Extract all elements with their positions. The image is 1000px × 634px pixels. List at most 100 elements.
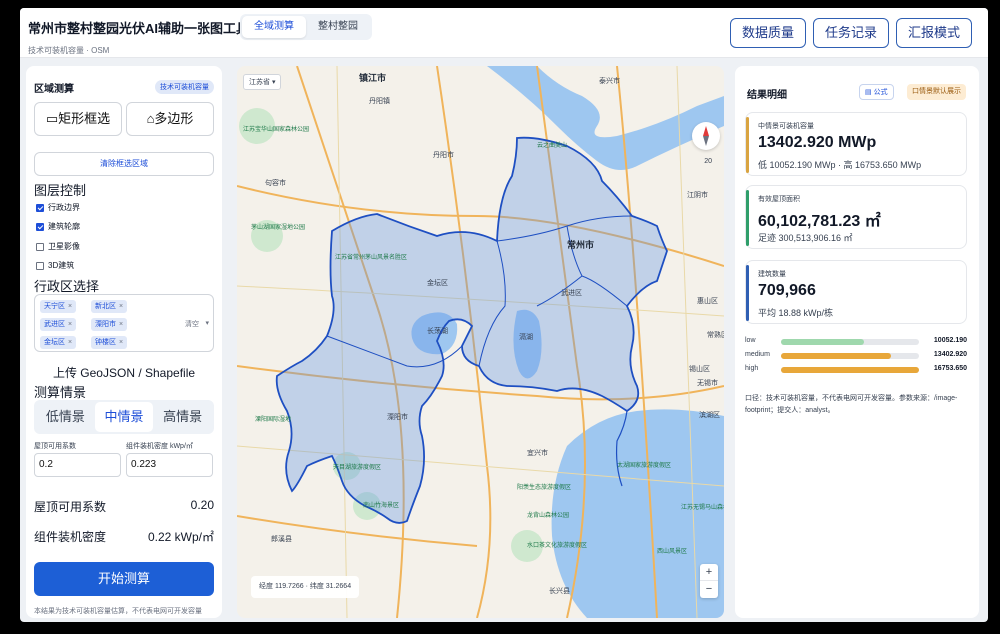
scenario-low[interactable]: 低情景 (36, 402, 95, 432)
level-track (781, 353, 919, 359)
level-name: medium (745, 351, 770, 358)
district-tag[interactable]: 溧阳市 × (91, 318, 128, 331)
scenario-title: 测算情景 (34, 385, 87, 400)
map-label-taixing: 泰兴市 (599, 78, 620, 85)
remove-tag-icon: × (119, 321, 124, 328)
level-value: 10052.190 (933, 337, 967, 344)
district-multiselect[interactable]: 天宁区 × 新北区 × 武进区 × 溧阳市 × 金坛区 × 钟楼区 × 清空 ▾ (34, 294, 214, 352)
checkbox-icon (36, 222, 44, 231)
cursor-coordinates: 经度 119.7266 · 纬度 31.2664 (251, 576, 360, 598)
card-sub: 低 10052.190 MWp · 高 16753.650 MWp (758, 160, 922, 170)
capacity-badge: 技术可装机容量 (155, 80, 214, 94)
district-tag[interactable]: 钟楼区 × (91, 336, 128, 349)
map-poi: 云之曲美山 (537, 143, 568, 149)
district-tag[interactable]: 金坛区 × (40, 336, 77, 349)
scenario-high[interactable]: 高情景 (153, 402, 212, 432)
building-count-card: 建筑数量 709,966 平均 18.88 kWp/栋 (745, 260, 967, 324)
zoom-out-button[interactable]: − (700, 581, 718, 598)
map-label-jiangyin: 江阴市 (687, 192, 708, 199)
level-value: 13402.920 (933, 351, 967, 358)
map-poi: 水口茶文化旅游度假区 (527, 543, 588, 549)
remove-tag-icon: × (119, 303, 124, 310)
level-bar (781, 367, 919, 373)
zoom-in-button[interactable]: + (700, 564, 718, 581)
map-poi: 溧阳国际湿地 (255, 417, 292, 423)
region-calc-title: 区域测算 (34, 84, 74, 95)
map-label-danyang-town: 丹阳镇 (369, 98, 390, 105)
start-calc-button[interactable]: 开始测算 (34, 562, 214, 596)
chevron-down-icon[interactable]: ▾ (205, 319, 209, 327)
layer-label: 3D建筑 (48, 261, 75, 270)
level-row-high: high 16753.650 (745, 365, 967, 375)
scenario-tabs: 低情景 中情景 高情景 (34, 400, 214, 434)
card-accent (746, 117, 749, 173)
card-label: 有效屋顶面积 (758, 196, 800, 203)
compass-icon[interactable] (692, 122, 720, 150)
report-mode-button[interactable]: 汇报模式 (895, 18, 972, 48)
tab-global-calc[interactable]: 全域测算 (242, 16, 306, 38)
level-bar (781, 353, 892, 359)
polygon-select-button[interactable]: ⌂多边形 (126, 102, 214, 136)
map-canvas (237, 66, 724, 618)
layer-toggle-buildings[interactable]: 建筑轮廓 (36, 221, 80, 232)
density-summary-label: 组件装机密度 (34, 530, 107, 544)
roof-coef-summary-value: 0.20 (190, 498, 214, 512)
remove-tag-icon: × (68, 321, 73, 328)
level-name: high (745, 365, 759, 372)
top-header: 常州市整村整园光伏AI辅助一张图工具 技术可装机容量 · OSM 全域测算 整村… (20, 8, 988, 58)
scenario-medium[interactable]: 中情景 (94, 402, 154, 432)
map-poi: 南山竹海景区 (363, 503, 400, 509)
map-poi: 西山风景区 (657, 549, 688, 555)
map-label-wujin: 武进区 (561, 290, 582, 297)
layer-toggle-3d[interactable]: 3D建筑 (36, 260, 74, 271)
district-tag[interactable]: 天宁区 × (40, 300, 77, 313)
scenario-default-button[interactable]: 口情景默认展示 (907, 84, 966, 100)
taihu-lake (551, 409, 724, 618)
map-poi: 天目湖旅游度假区 (333, 465, 382, 471)
level-name: low (745, 337, 756, 344)
map-label-binhu: 滨湖区 (699, 412, 720, 419)
card-accent (746, 265, 749, 321)
map-label-langxi: 郎溪县 (271, 536, 292, 543)
density-input[interactable]: 0.223 (126, 453, 213, 477)
mode-tabs: 全域测算 整村整园 (240, 14, 372, 40)
map-label-changxing: 长兴县 (549, 588, 570, 595)
tab-village-park[interactable]: 整村整园 (306, 16, 370, 38)
map-poi: 太湖国家旅游度假区 (617, 463, 672, 469)
screen-frame: 常州市整村整园光伏AI辅助一张图工具 技术可装机容量 · OSM 全域测算 整村… (0, 0, 1000, 634)
district-clear-button[interactable]: 清空 (185, 319, 199, 329)
map-poi: 江苏无锡马山森林公园 (681, 505, 724, 511)
province-select[interactable]: 江苏省 ▾ (243, 74, 282, 90)
layer-toggle-boundary[interactable]: 行政边界 (36, 202, 80, 213)
zoom-level-label: 20 (704, 158, 712, 165)
card-value: 709,966 (758, 282, 816, 299)
card-accent (746, 190, 749, 246)
layer-label: 卫星影像 (48, 242, 80, 251)
level-bar (781, 339, 864, 345)
map-view[interactable]: 江苏省 ▾ 镇江市 泰兴市 丹阳镇 丹阳市 句容市 常州市 江阴市 金坛区 武进… (237, 66, 724, 618)
zoom-control: + − (700, 564, 718, 598)
map-poi: 茅山湖国家湿地公园 (251, 225, 306, 231)
capacity-card: 中情景可装机容量 13402.920 MWp 低 10052.190 MWp ·… (745, 112, 967, 176)
rect-select-button[interactable]: ▭矩形框选 (34, 102, 122, 136)
level-track (781, 367, 919, 373)
map-poi: 阳羡生态旅游度假区 (517, 485, 572, 491)
roof-area-card: 有效屋顶面积 60,102,781.23 ㎡ 足迹 300,513,906.16… (745, 185, 967, 249)
map-label-zhenjiang: 镇江市 (359, 73, 387, 83)
map-label-gehu: 滆湖 (519, 334, 533, 341)
density-label: 组件装机密度 kWp/㎡ (126, 443, 193, 450)
level-row-low: low 10052.190 (745, 337, 967, 347)
upload-geojson-button[interactable]: 上传 GeoJSON / Shapefile (26, 364, 222, 381)
district-tag[interactable]: 新北区 × (91, 300, 128, 313)
district-tag[interactable]: 武进区 × (40, 318, 77, 331)
card-sub: 足迹 300,513,906.16 ㎡ (758, 233, 853, 243)
formula-button[interactable]: ▤ 公式 (859, 84, 894, 100)
task-log-button[interactable]: 任务记录 (812, 18, 889, 48)
layer-toggle-satellite[interactable]: 卫星影像 (36, 241, 80, 252)
document-icon: ▤ (865, 89, 872, 96)
data-quality-button[interactable]: 数据质量 (729, 18, 806, 48)
map-label-jintan: 金坛区 (427, 280, 448, 287)
level-track (781, 339, 919, 345)
clear-selection-button[interactable]: 清除框选区域 (34, 152, 214, 176)
roof-coef-input[interactable]: 0.2 (34, 453, 121, 477)
